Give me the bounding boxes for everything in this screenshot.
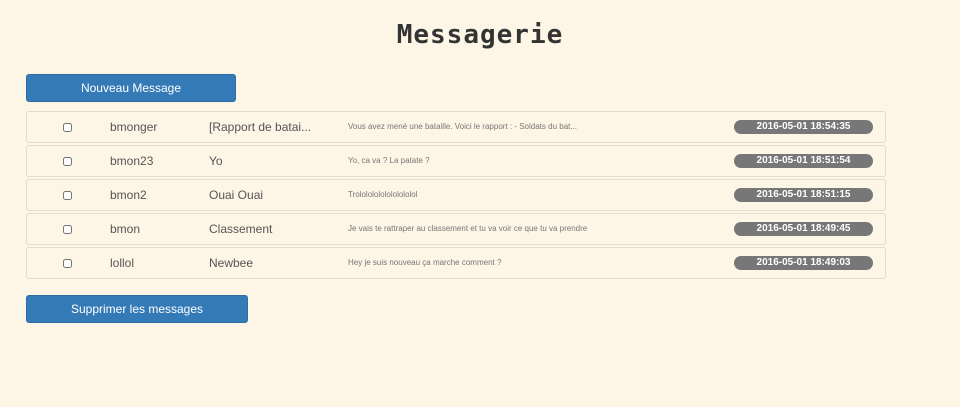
message-date-badge: 2016-05-01 18:51:15 (734, 188, 873, 202)
message-sender: lollol (110, 256, 135, 270)
message-subject[interactable]: Yo (209, 146, 223, 177)
message-subject[interactable]: [Rapport de batai... (209, 112, 311, 143)
message-preview: Je vais te rattraper au classement et tu… (348, 224, 588, 233)
message-sender: bmonger (110, 120, 158, 134)
message-subject[interactable]: Classement (209, 214, 272, 245)
message-preview: Vous avez mené une bataille. Voici le ra… (348, 122, 578, 131)
message-date-badge: 2016-05-01 18:54:35 (734, 120, 873, 134)
message-select-checkbox[interactable] (63, 157, 72, 166)
message-sender: bmon23 (110, 154, 154, 168)
message-list: bmonger [Rapport de batai... Vous avez m… (26, 111, 886, 281)
message-preview: Hey je suis nouveau ça marche comment ? (348, 258, 502, 267)
message-sender: bmon2 (110, 188, 147, 202)
message-select-checkbox[interactable] (63, 191, 72, 200)
message-row[interactable]: bmon Classement Je vais te rattraper au … (26, 213, 886, 245)
message-date-badge: 2016-05-01 18:49:45 (734, 222, 873, 236)
message-date-badge: 2016-05-01 18:49:03 (734, 256, 873, 270)
message-row[interactable]: bmonger [Rapport de batai... Vous avez m… (26, 111, 886, 143)
message-select-checkbox[interactable] (63, 123, 72, 132)
message-row[interactable]: bmon23 Yo Yo, ca va ? La patate ? 2016-0… (26, 145, 886, 177)
message-row[interactable]: bmon2 Ouai Ouai Trolololololololololol 2… (26, 179, 886, 211)
delete-messages-button[interactable]: Supprimer les messages (26, 295, 248, 323)
message-select-checkbox[interactable] (63, 259, 72, 268)
message-date-badge: 2016-05-01 18:51:54 (734, 154, 873, 168)
page-title: Messagerie (396, 20, 564, 50)
message-select-checkbox[interactable] (63, 225, 72, 234)
message-subject[interactable]: Ouai Ouai (209, 180, 263, 211)
message-subject[interactable]: Newbee (209, 248, 253, 279)
message-preview: Trolololololololololol (348, 190, 418, 199)
message-row[interactable]: lollol Newbee Hey je suis nouveau ça mar… (26, 247, 886, 279)
message-preview: Yo, ca va ? La patate ? (348, 156, 430, 165)
new-message-button[interactable]: Nouveau Message (26, 74, 236, 102)
message-sender: bmon (110, 222, 141, 236)
